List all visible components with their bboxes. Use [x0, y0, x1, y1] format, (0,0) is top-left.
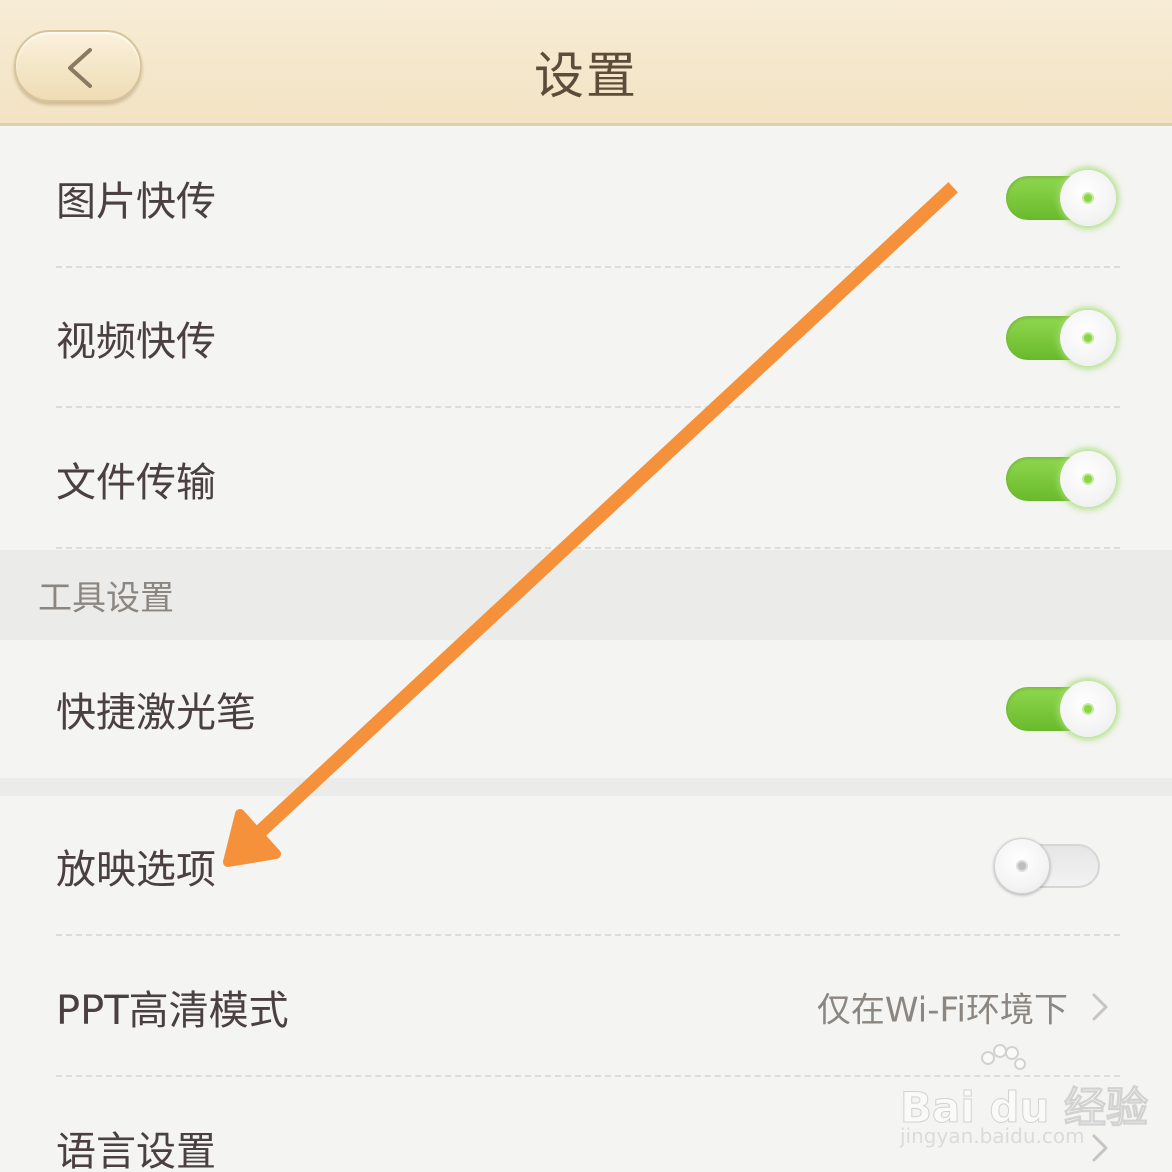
- setting-label: PPT高清模式: [56, 988, 289, 1034]
- setting-value: 仅在Wi-Fi环境下: [816, 990, 1068, 1031]
- setting-row-projection-options: 放映选项: [0, 796, 1172, 936]
- watermark-url: jingyan.baidu.com: [900, 1124, 1085, 1148]
- laser-pointer-toggle[interactable]: [1006, 681, 1116, 737]
- setting-row-laser-pointer: 快捷激光笔: [0, 640, 1172, 778]
- section-gap: [0, 778, 1172, 796]
- toggle-knob: [994, 838, 1050, 894]
- top-bar: 设置: [0, 0, 1172, 126]
- setting-label: 快捷激光笔: [56, 690, 256, 736]
- divider: [56, 406, 1120, 408]
- section-label: 工具设置: [38, 578, 174, 619]
- file-transfer-toggle[interactable]: [1006, 451, 1116, 507]
- divider: [56, 934, 1120, 936]
- toggle-knob: [1060, 681, 1116, 737]
- setting-row-file-transfer: 文件传输: [0, 409, 1172, 549]
- video-transfer-toggle[interactable]: [1006, 310, 1116, 366]
- section-header-tools: 工具设置: [0, 550, 1172, 640]
- toggle-knob: [1060, 451, 1116, 507]
- toggle-knob: [1060, 170, 1116, 226]
- setting-row-video-transfer: 视频快传: [0, 268, 1172, 408]
- divider: [56, 547, 1120, 549]
- projection-options-toggle[interactable]: [994, 838, 1100, 894]
- toggle-knob: [1060, 310, 1116, 366]
- setting-label: 视频快传: [56, 319, 216, 365]
- setting-label: 语言设置: [56, 1129, 216, 1172]
- image-transfer-toggle[interactable]: [1006, 170, 1116, 226]
- chevron-right-icon: [1092, 993, 1108, 1021]
- setting-row-image-transfer: 图片快传: [0, 128, 1172, 268]
- page-title: 设置: [534, 47, 638, 105]
- baidu-watermark: Bai du 经验 jingyan.baidu.com: [890, 1044, 1148, 1154]
- setting-label: 放映选项: [56, 847, 216, 893]
- setting-label: 图片快传: [56, 179, 216, 225]
- setting-label: 文件传输: [56, 460, 216, 506]
